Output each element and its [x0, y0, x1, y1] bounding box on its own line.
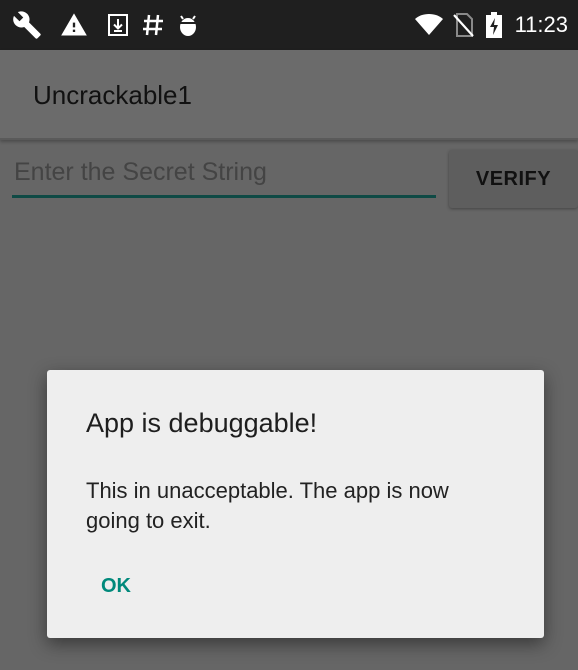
debuggable-dialog: App is debuggable! This in unacceptable.…: [47, 370, 544, 638]
download-icon: [104, 0, 132, 50]
secret-string-input[interactable]: [12, 150, 436, 198]
ok-button[interactable]: OK: [89, 566, 143, 606]
android-debug-icon: [176, 0, 200, 50]
hash-icon: [140, 0, 166, 50]
wrench-icon: [10, 0, 44, 50]
verify-button[interactable]: VERIFY: [449, 150, 578, 208]
dialog-title: App is debuggable!: [86, 408, 318, 438]
status-time: 11:23: [514, 12, 568, 37]
no-sim-icon: [450, 0, 476, 50]
warning-icon: [58, 0, 90, 50]
battery-charging-icon: [484, 0, 504, 50]
status-bar: 11:23: [0, 0, 578, 50]
page-title: Uncrackable1: [33, 80, 192, 110]
dialog-message: This in unacceptable. The app is now goi…: [86, 478, 449, 533]
wifi-icon: [414, 0, 444, 50]
app-bar: Uncrackable1: [0, 50, 578, 140]
